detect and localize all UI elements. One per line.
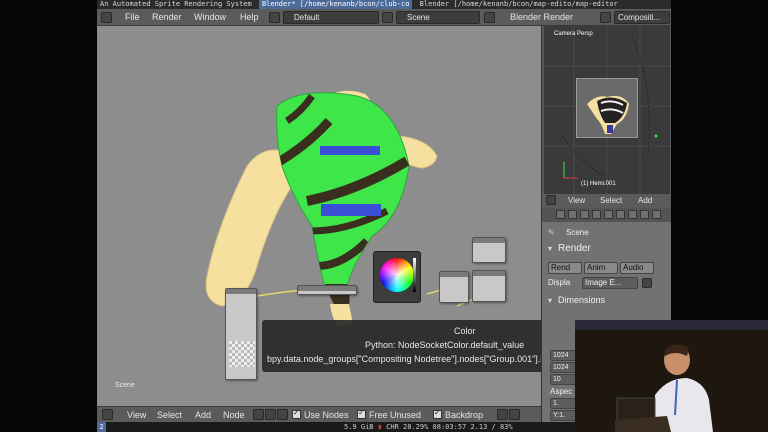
render-panel-header[interactable]: Render [558, 243, 591, 254]
camera-object-label: (1) Hemi.001 [581, 181, 616, 187]
scene-icon[interactable] [382, 12, 393, 23]
menu-node[interactable]: Node [223, 409, 245, 421]
layers-tab-icon[interactable] [568, 210, 577, 219]
node-group[interactable] [297, 285, 357, 295]
workspace-indicator[interactable]: 2 [97, 422, 106, 432]
use-nodes-checkbox[interactable] [292, 408, 301, 419]
menu-window[interactable]: Window [194, 12, 226, 23]
resolution-percent-field[interactable]: 10 [550, 374, 576, 385]
node-mix[interactable] [439, 271, 469, 303]
constraints-tab-icon[interactable] [616, 210, 625, 219]
dimensions-panel-header[interactable]: Dimensions [558, 295, 605, 305]
engine-icon[interactable] [600, 12, 611, 23]
material-tab-icon[interactable] [640, 210, 649, 219]
shader-nodes-icon[interactable] [253, 409, 264, 420]
system-stats: 5.9 GiB ▮ CHR 28.29% 08:03:57 2.13 / 83% [344, 423, 513, 431]
props-menu-add[interactable]: Add [638, 196, 652, 205]
backdrop-alpha-icon[interactable] [509, 409, 520, 420]
render-button[interactable]: Rend [548, 262, 582, 274]
camera-viewport[interactable]: Camera Persp (1) Hemi.001 [544, 26, 670, 194]
band-upper [320, 146, 380, 155]
python-tooltip: Color Python: NodeSocketColor.default_va… [262, 320, 552, 372]
collapse-arrow-icon[interactable]: ▾ [548, 244, 552, 253]
menu-view[interactable]: View [127, 409, 146, 421]
arm-left [205, 149, 293, 307]
animation-button[interactable]: Anim [584, 262, 618, 274]
camera-persp-label: Camera Persp [554, 31, 593, 37]
tooltip-python: Python: NodeSocketColor.default_value [365, 340, 525, 350]
menu-select[interactable]: Select [157, 409, 182, 421]
video-letterbox-left [0, 0, 97, 432]
scene-label: Scene [115, 382, 135, 389]
window-tab[interactable]: Blender [/home/kenanb/bcon/map-edito/map… [417, 0, 621, 9]
props-menu-view[interactable]: View [568, 196, 585, 205]
color-picker-popup[interactable] [373, 251, 421, 303]
menu-add[interactable]: Add [195, 409, 211, 421]
memory-stat: 5.9 GiB [344, 423, 374, 431]
cpu-time-stat: CHR 28.29% 08:03:57 [386, 423, 467, 431]
pin-icon[interactable]: ✎ [548, 228, 555, 237]
backdrop-checkbox[interactable] [433, 408, 442, 419]
camera-frame [576, 78, 638, 138]
load-stat: 2.13 / 83% [470, 423, 513, 431]
color-wheel[interactable] [380, 258, 414, 292]
node-composite[interactable] [225, 288, 257, 380]
editor-type-icon[interactable] [101, 12, 112, 23]
window-tab[interactable]: An Automated Sprite Rendering System [97, 0, 255, 9]
node-rgb-lower[interactable] [472, 270, 506, 302]
node-preview [229, 341, 255, 367]
tooltip-path: bpy.data.node_groups["Compositing Nodetr… [267, 354, 553, 364]
band-lower [321, 204, 381, 216]
scene-select[interactable]: Scene [396, 11, 480, 24]
display-label: Displa [548, 278, 571, 287]
audio-button[interactable]: Audio [620, 262, 654, 274]
node-editor-header: View Select Add Node Use Nodes Free Unus… [97, 406, 541, 422]
object-tab-icon[interactable] [604, 210, 613, 219]
speaker-video-inset [575, 320, 768, 432]
props-menu-select[interactable]: Select [600, 196, 622, 205]
menu-render[interactable]: Render [152, 12, 182, 23]
layout-icon[interactable] [269, 12, 280, 23]
camera-preview [587, 95, 629, 134]
modifiers-tab-icon[interactable] [628, 210, 637, 219]
render-tab-icon[interactable] [556, 210, 565, 219]
resolution-y-field[interactable]: 1024 [550, 362, 576, 373]
backdrop-channel-icon[interactable] [497, 409, 508, 420]
properties-header: View Select Add [542, 194, 671, 208]
render-engine-label[interactable]: Blender Render [510, 12, 573, 23]
aspect-x-field[interactable]: 1. [550, 398, 576, 409]
texture-nodes-icon[interactable] [277, 409, 288, 420]
editor-type-icon[interactable] [546, 195, 556, 205]
scene-tab-icon[interactable] [580, 210, 589, 219]
free-unused-checkbox[interactable] [357, 408, 366, 419]
compositing-nodes-icon[interactable] [265, 409, 276, 420]
speaker-photo [575, 320, 768, 432]
backdrop-label[interactable]: Backdrop [445, 409, 483, 421]
node-editor-viewport[interactable]: Color Python: NodeSocketColor.default_va… [97, 26, 552, 406]
layout-select[interactable]: Default [283, 11, 379, 24]
tooltip-title: Color [454, 326, 476, 336]
world-tab-icon[interactable] [592, 210, 601, 219]
scene-close-icon[interactable] [484, 12, 495, 23]
texture-tab-icon[interactable] [652, 210, 661, 219]
resolution-x-field[interactable]: 1024 [550, 350, 576, 361]
free-unused-label[interactable]: Free Unused [369, 409, 421, 421]
aspect-label: Aspec [550, 387, 573, 396]
use-nodes-label[interactable]: Use Nodes [304, 409, 349, 421]
menu-help[interactable]: Help [240, 12, 259, 23]
info-header: File Render Window Help Default Scene Bl… [97, 9, 671, 26]
display-icon[interactable] [642, 278, 652, 288]
compositing-select[interactable]: Compositi... [614, 11, 670, 24]
brightness-slider[interactable] [413, 258, 416, 292]
node-rgb-upper[interactable] [472, 237, 506, 263]
aspect-y-field[interactable]: Y:1. [550, 410, 576, 421]
collapse-arrow-icon-2[interactable]: ▾ [548, 296, 552, 305]
menu-file[interactable]: File [125, 12, 140, 23]
properties-tabs [542, 208, 671, 222]
scene-name: Scene [566, 228, 589, 237]
window-tab-active[interactable]: Blender* [/home/kenanb/bcon/club-co [258, 0, 413, 9]
window-titlebar: An Automated Sprite Rendering System Ble… [97, 0, 671, 9]
display-select[interactable]: Image E... [582, 277, 638, 289]
editor-type-icon[interactable] [102, 409, 113, 420]
